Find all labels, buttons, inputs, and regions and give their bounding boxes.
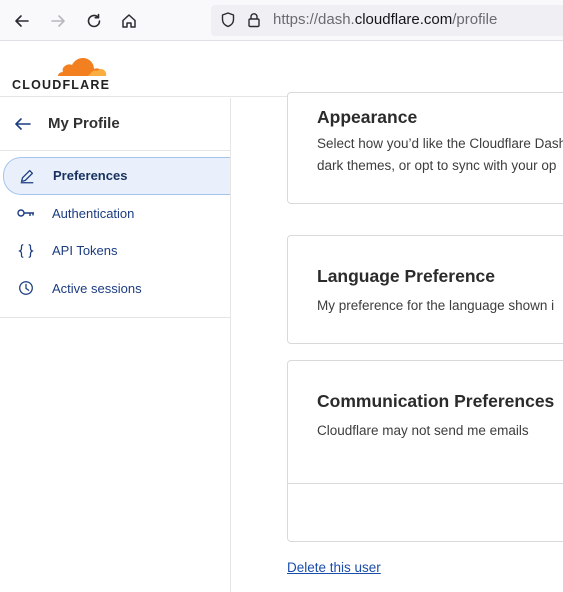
url-text: https://dash.cloudflare.com/profile [273,11,498,28]
sidebar-item-label: Active sessions [52,280,142,296]
sidebar-item-api-tokens[interactable]: API Tokens [0,232,230,270]
sidebar-item-active-sessions[interactable]: Active sessions [0,270,230,308]
lock-icon[interactable] [245,11,263,29]
communication-title: Communication Preferences [317,391,555,411]
arrow-left-icon [15,15,29,27]
pencil-icon [17,166,37,186]
browser-toolbar: https://dash.cloudflare.com/profile [0,0,563,41]
sidebar-item-label: Authentication [52,205,135,221]
sidebar-item-preferences[interactable]: Preferences [3,157,230,195]
brand-wordmark: CLOUDFLARE [12,78,111,92]
main-content: Appearance Select how you’d like the Clo… [231,92,563,592]
appearance-desc-line2: dark themes, or opt to sync with your op [317,158,557,173]
card-divider [288,483,563,484]
braces-icon [16,241,36,261]
cloudflare-logo[interactable]: CLOUDFLARE [12,49,112,93]
sidebar-divider [0,317,230,318]
sidebar-header: My Profile [0,98,230,151]
home-button[interactable] [116,8,142,34]
cloud-logo-icon [58,58,107,76]
reload-icon [87,13,101,28]
communication-card: Communication Preferences Cloudflare may… [287,360,563,542]
arrow-right-icon [51,15,65,27]
sidebar-item-authentication[interactable]: Authentication [0,195,230,233]
language-desc: My preference for the language shown i [317,298,555,313]
forward-button[interactable] [45,8,71,34]
address-bar[interactable]: https://dash.cloudflare.com/profile [211,5,563,36]
delete-user-link[interactable]: Delete this user [287,560,381,575]
language-title: Language Preference [317,266,495,286]
shield-icon[interactable] [219,11,237,29]
app-header: CLOUDFLARE [0,41,563,97]
back-arrow-icon[interactable] [13,114,33,134]
sidebar: My Profile Preferences Authentication AP… [0,98,231,592]
back-button[interactable] [9,8,35,34]
sidebar-item-label: API Tokens [52,243,118,259]
reload-button[interactable] [81,8,107,34]
appearance-title: Appearance [317,107,418,127]
sidebar-item-label: Preferences [53,168,128,184]
key-icon [16,203,36,223]
home-icon [122,14,136,28]
clock-icon [16,278,36,298]
communication-desc: Cloudflare may not send me emails [317,423,529,438]
appearance-card: Appearance Select how you’d like the Clo… [287,92,563,204]
sidebar-nav: Preferences Authentication API Tokens Ac… [0,157,230,307]
language-card: Language Preference My preference for th… [287,235,563,344]
appearance-desc-line1: Select how you’d like the Cloudflare Das… [317,136,563,151]
sidebar-title: My Profile [48,115,120,132]
